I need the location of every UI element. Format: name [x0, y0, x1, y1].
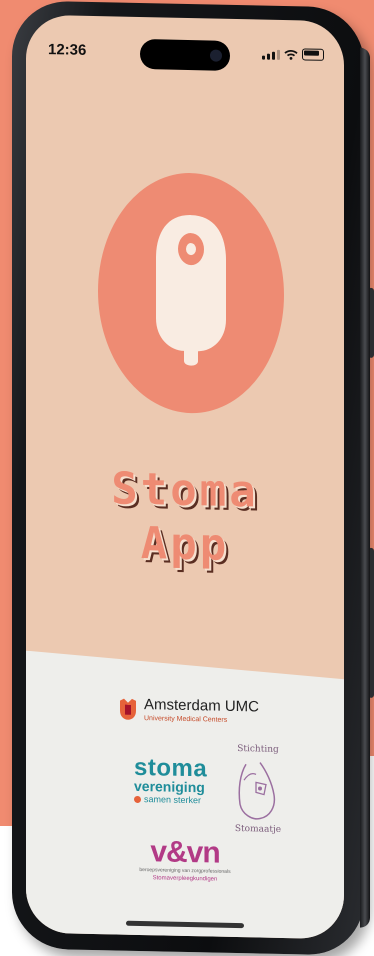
dynamic-island	[140, 38, 230, 71]
app-title-line1: Stoma	[111, 463, 259, 518]
status-bar: 12:36	[26, 15, 344, 74]
stoma-vereniging-line2: vereniging	[134, 777, 205, 796]
app-logo	[98, 171, 284, 416]
battery-icon	[302, 48, 324, 61]
dot-icon	[134, 795, 141, 804]
vvn-logo: v&vn beroepsvereniging van zorgprofessio…	[26, 835, 344, 887]
app-title-line2: App	[140, 518, 230, 571]
tulip-icon	[120, 698, 136, 720]
volume-up-button	[368, 287, 374, 358]
amsterdam-umc-name: Amsterdam UMC	[144, 696, 260, 716]
app-title: Stoma App	[26, 461, 344, 576]
stoma-vereniging-tagline-row: samen sterker	[134, 794, 207, 807]
phone-screen: 12:36 Stoma App Amsterdam UMC University…	[26, 14, 344, 940]
status-icons	[262, 48, 324, 61]
ostomy-pouch-icon	[156, 215, 226, 366]
stoma-vereniging-line1: stoma	[134, 753, 208, 783]
phone-frame: 12:36 Stoma App Amsterdam UMC University…	[12, 0, 374, 956]
stomaatje-figure-icon	[238, 762, 276, 820]
status-time: 12:36	[48, 41, 87, 59]
power-button	[368, 547, 374, 698]
amsterdam-umc-logo: Amsterdam UMC University Medical Centers	[118, 696, 260, 726]
stomaatje-bottom-text: Stomaatje	[234, 823, 282, 835]
signal-icon	[262, 49, 280, 60]
front-camera-icon	[210, 49, 222, 62]
stoma-vereniging-logo: stoma vereniging samen sterker	[134, 753, 208, 807]
stoma-vereniging-tagline: samen sterker	[144, 794, 202, 806]
stichting-stomaatje-logo: Stichting Stomaatje	[226, 744, 290, 835]
wifi-icon	[284, 49, 298, 60]
